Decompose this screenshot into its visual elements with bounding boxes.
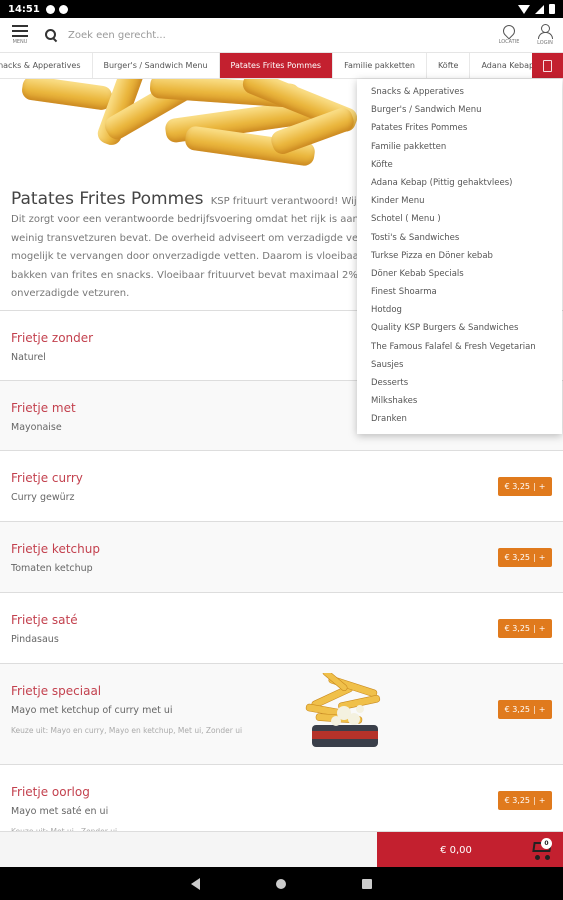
add-to-cart-button[interactable]: € 3,25 | + [498, 548, 552, 567]
add-to-cart-button[interactable]: € 3,25 | + [498, 791, 552, 810]
location-button[interactable]: LOCATIE [491, 18, 527, 52]
product-name: Frietje zonder [11, 331, 94, 345]
product-price: € 3,25 [504, 705, 531, 714]
notification-icon [45, 4, 55, 14]
product-price: € 3,25 [504, 482, 531, 491]
menu-button[interactable]: MENU [0, 18, 40, 52]
plus-icon: + [538, 796, 546, 805]
dropdown-category-item[interactable]: Turkse Pizza en Döner kebab [357, 247, 562, 265]
dropdown-category-item[interactable]: Dranken [357, 410, 562, 428]
product-description: Mayo met saté en ui [11, 806, 109, 817]
dropdown-category-item[interactable]: Kinder Menu [357, 192, 562, 210]
product-price: € 3,25 [504, 624, 531, 633]
category-tab[interactable]: Snacks & Apperatives [0, 53, 93, 78]
product-description: Naturel [11, 352, 46, 363]
product-price: € 3,25 [504, 796, 531, 805]
product-name: Frietje curry [11, 471, 83, 485]
login-button[interactable]: LOGIN [527, 18, 563, 52]
product-item[interactable]: Frietje curry Curry gewürz € 3,25 | + [0, 450, 563, 521]
product-name: Frietje ketchup [11, 542, 100, 556]
dropdown-category-item[interactable]: Milkshakes [357, 392, 562, 410]
dropdown-category-item[interactable]: Döner Kebab Specials [357, 265, 562, 283]
status-time: 14:51 [8, 3, 40, 15]
dropdown-category-item[interactable]: Hotdog [357, 301, 562, 319]
dropdown-category-item[interactable]: Adana Kebap (Pittig gehaktvlees) [357, 174, 562, 192]
product-description: Mayonaise [11, 422, 62, 433]
battery-icon [549, 4, 555, 14]
add-to-cart-button[interactable]: € 3,25 | + [498, 700, 552, 719]
wifi-icon [518, 4, 530, 14]
category-tab[interactable]: Köfte [427, 53, 471, 78]
product-item[interactable]: Frietje ketchup Tomaten ketchup € 3,25 | + [0, 521, 563, 592]
add-to-cart-button[interactable]: € 3,25 | + [498, 619, 552, 638]
location-pin-icon [500, 22, 518, 40]
search-input[interactable] [68, 29, 368, 41]
app-header: MENU LOCATIE LOGIN [0, 18, 563, 52]
product-name: Frietje speciaal [11, 684, 102, 698]
hamburger-icon [12, 25, 28, 37]
dropdown-category-item[interactable]: Sausjes [357, 356, 562, 374]
app-notification-icon [58, 4, 68, 14]
dropdown-category-item[interactable]: Burger's / Sandwich Menu [357, 101, 562, 119]
dropdown-category-item[interactable]: The Famous Falafel & Fresh Vegetarian [357, 338, 562, 356]
dropdown-category-item[interactable]: Desserts [357, 374, 562, 392]
recent-apps-icon[interactable] [362, 878, 372, 889]
product-item[interactable]: Frietje speciaal Mayo met ketchup of curr… [0, 663, 563, 764]
cart-bar: € 0,00 0 [0, 831, 563, 868]
category-tabs: Snacks & Apperatives Burger's / Sandwich … [0, 52, 563, 79]
product-name: Frietje oorlog [11, 785, 90, 799]
back-icon[interactable] [191, 877, 200, 890]
product-name: Frietje met [11, 401, 76, 415]
plus-icon: + [538, 705, 546, 714]
add-to-cart-button[interactable]: € 3,25 | + [498, 477, 552, 496]
category-menu-button[interactable] [532, 53, 563, 78]
cart-count-badge: 0 [541, 838, 552, 849]
dropdown-category-item[interactable]: Snacks & Apperatives [357, 83, 562, 101]
cart-button[interactable]: € 0,00 0 [377, 832, 563, 868]
shopping-cart-icon: 0 [530, 838, 554, 860]
plus-icon: + [538, 553, 546, 562]
dropdown-category-item[interactable]: Quality KSP Burgers & Sandwiches [357, 319, 562, 337]
cart-total: € 0,00 [440, 844, 472, 856]
product-image [305, 673, 381, 747]
product-description: Mayo met ketchup of curry met ui [11, 705, 173, 716]
plus-icon: + [538, 482, 546, 491]
product-description: Curry gewürz [11, 492, 75, 503]
category-tab[interactable]: Familie pakketten [333, 53, 427, 78]
system-nav-bar [0, 867, 563, 900]
user-icon [538, 24, 553, 39]
category-dropdown: Snacks & Apperatives Burger's / Sandwich … [357, 79, 562, 434]
status-bar: 14:51 [0, 0, 563, 18]
status-icons [518, 4, 555, 14]
product-price: € 3,25 [504, 553, 531, 562]
dropdown-category-item[interactable]: Köfte [357, 156, 562, 174]
product-options: Keuze uit: Mayo en curry, Mayo en ketchu… [11, 726, 243, 735]
login-label: LOGIN [537, 40, 553, 46]
dropdown-category-item[interactable]: Patates Frites Pommes [357, 119, 562, 137]
category-title: Patates Frites Pommes [11, 189, 204, 209]
product-name: Frietje saté [11, 613, 78, 627]
document-icon [543, 60, 552, 72]
product-item[interactable]: Frietje saté Pindasaus € 3,25 | + [0, 592, 563, 663]
location-label: LOCATIE [498, 39, 520, 45]
dropdown-category-item[interactable]: Schotel ( Menu ) [357, 210, 562, 228]
dropdown-category-item[interactable]: Finest Shoarma [357, 283, 562, 301]
search-bar [40, 18, 491, 52]
category-tab[interactable]: Burger's / Sandwich Menu [93, 53, 220, 78]
dropdown-category-item[interactable]: Familie pakketten [357, 138, 562, 156]
dropdown-category-item[interactable]: Tosti's & Sandwiches [357, 229, 562, 247]
category-tab[interactable]: Patates Frites Pommes [219, 53, 334, 78]
search-icon [44, 28, 58, 42]
signal-icon [535, 4, 544, 14]
menu-label: MENU [12, 39, 28, 45]
product-item[interactable]: Frietje oorlogMayo met saté en uiKeuze u… [0, 764, 563, 836]
plus-icon: + [538, 624, 546, 633]
home-icon[interactable] [276, 878, 286, 889]
product-description: Pindasaus [11, 634, 59, 645]
product-description: Tomaten ketchup [11, 563, 93, 574]
